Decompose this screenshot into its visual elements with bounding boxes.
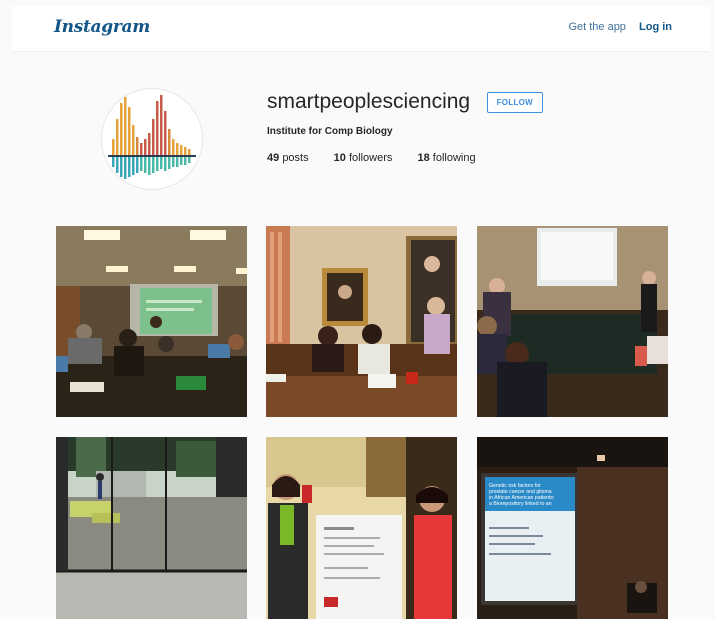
- posts-stat: 49 posts: [267, 152, 309, 164]
- profile-info: smartpeoplesciencing FOLLOW Institute fo…: [267, 90, 544, 164]
- posts-count: 49: [267, 152, 280, 164]
- post-thumbnail-5[interactable]: [266, 437, 457, 619]
- post-4-image: [56, 437, 247, 619]
- following-stat[interactable]: 18 following: [417, 152, 475, 164]
- post-thumbnail-1[interactable]: [56, 226, 247, 417]
- following-label: following: [432, 152, 476, 164]
- follow-button[interactable]: FOLLOW: [486, 91, 544, 113]
- instagram-logo[interactable]: Instagram: [54, 17, 150, 37]
- followers-stat[interactable]: 10 followers: [334, 152, 393, 164]
- get-the-app-link[interactable]: Get the app: [568, 21, 626, 33]
- top-navigation-bar: Instagram Get the app Log in: [12, 6, 710, 52]
- post-thumbnail-6[interactable]: Genetic risk factors for prostate cancer…: [477, 437, 668, 619]
- posts-label: posts: [282, 152, 309, 164]
- log-in-link[interactable]: Log in: [639, 21, 672, 33]
- post-thumbnail-3[interactable]: [477, 226, 668, 417]
- profile-stats: 49 posts 10 followers 18 following: [267, 152, 543, 164]
- post-5-image: [266, 437, 457, 619]
- profile-avatar-image: [108, 95, 196, 179]
- post-6-image: Genetic risk factors for prostate cancer…: [477, 437, 668, 619]
- profile-avatar[interactable]: [101, 88, 203, 190]
- profile-full-name: Institute for Comp Biology: [267, 126, 393, 137]
- post-1-image: [56, 226, 247, 417]
- post-thumbnail-2[interactable]: [266, 226, 457, 417]
- post-thumbnail-4[interactable]: [56, 437, 247, 619]
- followers-label: followers: [348, 152, 393, 164]
- post-2-image: [266, 226, 457, 417]
- post-3-image: [477, 226, 668, 417]
- following-count: 18: [417, 152, 430, 164]
- avatar-logo-bars: [108, 95, 196, 179]
- followers-count: 10: [333, 152, 346, 164]
- profile-username: smartpeoplesciencing: [267, 90, 471, 113]
- profile-header-row: smartpeoplesciencing FOLLOW: [267, 90, 544, 114]
- header-actions: Get the app Log in: [568, 21, 672, 33]
